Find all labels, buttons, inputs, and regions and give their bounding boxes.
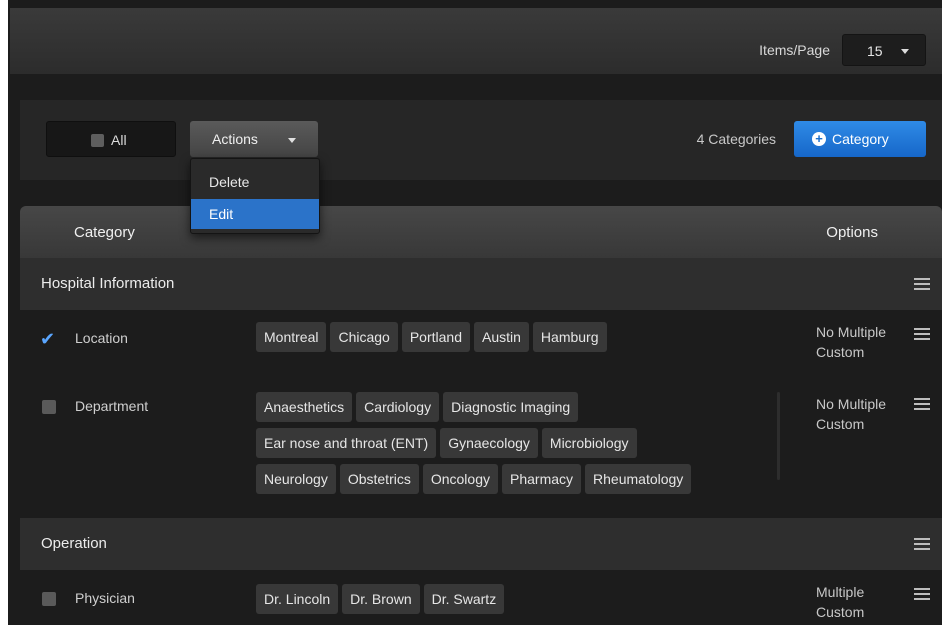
tag[interactable]: Oncology [422, 464, 498, 494]
tag[interactable]: Neurology [256, 464, 336, 494]
row-checkbox[interactable] [42, 592, 56, 606]
tag[interactable]: Chicago [330, 322, 398, 352]
select-all-label: All [111, 132, 127, 148]
row-options: No Multiple Custom [816, 322, 896, 362]
items-per-page-value: 15 [867, 43, 883, 59]
tag[interactable]: Rheumatology [585, 464, 692, 494]
actions-label: Actions [212, 131, 258, 147]
tag[interactable]: Gynaecology [440, 428, 538, 458]
table-row: Department Anaesthetics Cardiology Diagnos… [20, 374, 942, 518]
group-title: Hospital Information [41, 275, 175, 292]
tag[interactable]: Diagnostic Imaging [443, 392, 579, 422]
items-per-page-select[interactable]: 15 [842, 34, 926, 66]
row-name: Physician [75, 590, 135, 606]
chevron-down-icon [288, 138, 296, 143]
row-name: Location [75, 330, 128, 346]
tag[interactable]: Dr. Swartz [423, 584, 505, 614]
group-header: Operation [20, 518, 942, 570]
plus-circle-icon: + [812, 132, 826, 146]
group-title: Operation [41, 535, 107, 552]
option-custom: Custom [816, 344, 865, 360]
menu-item-edit[interactable]: Edit [191, 199, 319, 229]
menu-item-delete[interactable]: Delete [191, 167, 319, 197]
option-multiple: No Multiple [816, 396, 887, 412]
toolbar: All Actions 4 Categories + Category [20, 100, 942, 180]
actions-button[interactable]: Actions [190, 121, 318, 157]
table-row: ✔ Location Montreal Chicago Portland Austin… [20, 310, 942, 374]
tag[interactable]: Anaesthetics [256, 392, 353, 422]
option-custom: Custom [816, 604, 865, 620]
top-bar: Items/Page 15 [10, 8, 942, 74]
menu-icon[interactable] [914, 328, 930, 340]
group-header: Hospital Information [20, 258, 942, 310]
tag[interactable]: Cardiology [356, 392, 440, 422]
tag[interactable]: Ear nose and throat (ENT) [256, 428, 437, 458]
option-custom: Custom [816, 416, 865, 432]
tag-list: Dr. Lincoln Dr. Brown Dr. Swartz [256, 584, 776, 620]
option-multiple: No Multiple [816, 324, 887, 340]
row-name: Department [75, 398, 149, 414]
menu-icon[interactable] [914, 398, 930, 410]
scrollbar[interactable] [777, 392, 780, 480]
category-manager: Items/Page 15 All Actions 4 Categories +… [8, 0, 942, 625]
menu-icon[interactable] [914, 588, 930, 600]
tag[interactable]: Obstetrics [339, 464, 419, 494]
row-checkbox[interactable] [42, 400, 56, 414]
tag[interactable]: Montreal [256, 322, 327, 352]
chevron-down-icon [901, 49, 909, 54]
actions-dropdown-menu: Delete Edit [190, 158, 320, 234]
add-category-button[interactable]: + Category [794, 121, 926, 157]
select-all-button[interactable]: All [46, 121, 176, 157]
tag[interactable]: Hamburg [532, 322, 607, 352]
row-options: Multiple Custom [816, 582, 896, 622]
tag[interactable]: Austin [474, 322, 529, 352]
tag[interactable]: Portland [401, 322, 470, 352]
table-header: Category Options [20, 206, 942, 258]
tag[interactable]: Dr. Lincoln [256, 584, 339, 614]
tag-list: Anaesthetics Cardiology Diagnostic Imaging… [256, 392, 776, 500]
tag[interactable]: Dr. Brown [342, 584, 420, 614]
row-options: No Multiple Custom [816, 394, 896, 434]
tag-list: Montreal Chicago Portland Austin Hamburg [256, 322, 776, 358]
add-category-label: Category [832, 131, 889, 147]
option-multiple: Multiple [816, 584, 865, 600]
category-count: 4 Categories [696, 131, 776, 147]
menu-icon[interactable] [914, 278, 930, 290]
column-header-options: Options [826, 224, 878, 241]
tag[interactable]: Microbiology [541, 428, 637, 458]
menu-icon[interactable] [914, 538, 930, 550]
checkbox-checked-icon[interactable]: ✔ [40, 330, 58, 348]
table-row: Physician Dr. Lincoln Dr. Brown Dr. Swartz… [20, 570, 942, 625]
tag[interactable]: Pharmacy [502, 464, 582, 494]
select-all-checkbox[interactable] [91, 134, 104, 147]
column-header-category: Category [74, 224, 135, 241]
items-per-page-label: Items/Page [759, 42, 830, 58]
